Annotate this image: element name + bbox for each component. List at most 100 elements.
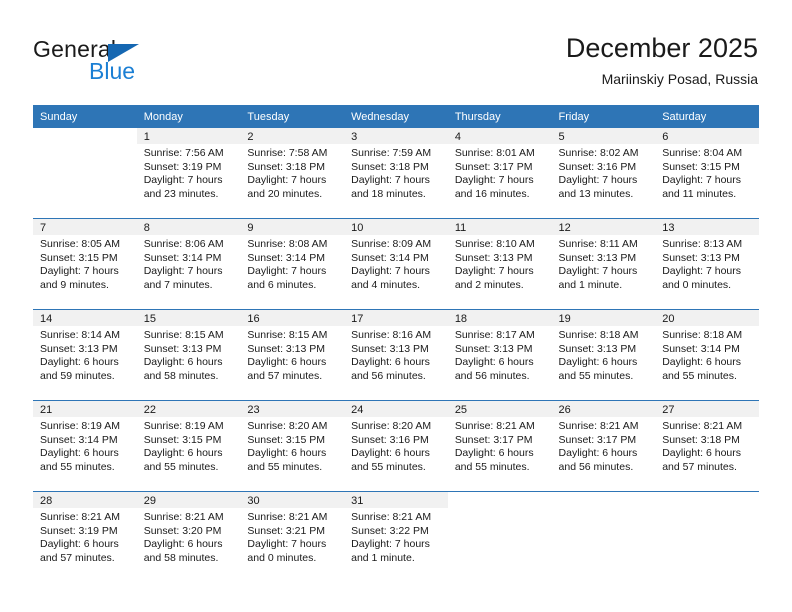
day-detail-sunrise: Sunrise: 8:09 AM: [351, 238, 432, 250]
day-number: 29: [136, 492, 241, 508]
day-number: 31: [344, 492, 448, 508]
day-cell-inner: 14 Sunrise: 8:14 AM Sunset: 3:13 PM Dayligh…: [33, 310, 137, 399]
day-cell-inner: 28 Sunrise: 8:21 AM Sunset: 3:19 PM Dayligh…: [33, 492, 137, 581]
weekday-header-tuesday: Tuesday: [240, 105, 345, 128]
calendar-day-cell[interactable]: 18 Sunrise: 8:17 AM Sunset: 3:13 PM Dayligh…: [447, 309, 552, 401]
day-detail-daylightline1: Daylight: 7 hours: [247, 265, 327, 278]
day-detail-daylightline2: and 0 minutes.: [247, 551, 317, 564]
calendar-day-cell[interactable]: 19 Sunrise: 8:18 AM Sunset: 3:13 PM Dayligh…: [551, 309, 656, 401]
day-detail-daylightline2: and 57 minutes.: [662, 460, 737, 473]
general-blue-logo: General Blue: [33, 36, 243, 88]
calendar-day-cell[interactable]: 30 Sunrise: 8:21 AM Sunset: 3:21 PM Dayligh…: [240, 491, 345, 582]
day-cell-inner: 19 Sunrise: 8:18 AM Sunset: 3:13 PM Dayligh…: [551, 310, 656, 399]
day-detail-sunrise: Sunrise: 8:08 AM: [247, 238, 328, 250]
day-cell-inner: [447, 492, 552, 581]
calendar-day-cell[interactable]: 5 Sunrise: 8:02 AM Sunset: 3:16 PM Daylight…: [551, 128, 656, 219]
day-number: 2: [240, 128, 345, 144]
weekday-header-sunday: Sunday: [33, 105, 137, 128]
day-detail-daylightline1: Daylight: 7 hours: [351, 538, 430, 551]
calendar-day-cell[interactable]: 31 Sunrise: 8:21 AM Sunset: 3:22 PM Dayligh…: [344, 491, 448, 582]
day-number: 9: [240, 219, 345, 235]
day-cell-inner: 8 Sunrise: 8:06 AM Sunset: 3:14 PM Daylight…: [136, 219, 241, 308]
weekday-header-saturday: Saturday: [655, 105, 759, 128]
day-number: 24: [344, 401, 448, 417]
day-detail-sunset: Sunset: 3:21 PM: [247, 524, 326, 537]
day-detail-daylightline2: and 59 minutes.: [40, 369, 115, 382]
calendar-day-cell[interactable]: 29 Sunrise: 8:21 AM Sunset: 3:20 PM Dayligh…: [136, 491, 241, 582]
day-cell-inner: 6 Sunrise: 8:04 AM Sunset: 3:15 PM Daylight…: [655, 128, 759, 217]
day-detail-sunset: Sunset: 3:17 PM: [558, 433, 637, 446]
calendar-day-cell[interactable]: 23 Sunrise: 8:20 AM Sunset: 3:15 PM Dayligh…: [240, 400, 345, 492]
calendar-cell-empty: [655, 491, 759, 582]
calendar-day-cell[interactable]: 17 Sunrise: 8:16 AM Sunset: 3:13 PM Dayligh…: [344, 309, 448, 401]
day-cell-inner: 26 Sunrise: 8:21 AM Sunset: 3:17 PM Dayligh…: [551, 401, 656, 490]
calendar-day-cell[interactable]: 15 Sunrise: 8:15 AM Sunset: 3:13 PM Dayligh…: [136, 309, 241, 401]
calendar-day-cell[interactable]: 22 Sunrise: 8:19 AM Sunset: 3:15 PM Dayligh…: [136, 400, 241, 492]
day-cell-inner: 15 Sunrise: 8:15 AM Sunset: 3:13 PM Dayligh…: [136, 310, 241, 399]
day-detail-sunrise: Sunrise: 8:15 AM: [143, 329, 224, 341]
calendar-day-cell[interactable]: 2 Sunrise: 7:58 AM Sunset: 3:18 PM Daylight…: [240, 128, 345, 219]
calendar-day-cell[interactable]: 8 Sunrise: 8:06 AM Sunset: 3:14 PM Daylight…: [136, 218, 241, 310]
calendar-day-cell[interactable]: 10 Sunrise: 8:09 AM Sunset: 3:14 PM Dayligh…: [344, 218, 448, 310]
calendar-day-cell[interactable]: 4 Sunrise: 8:01 AM Sunset: 3:17 PM Daylight…: [447, 128, 552, 219]
day-detail-daylightline2: and 1 minute.: [558, 278, 623, 291]
day-detail-sunrise: Sunrise: 8:16 AM: [351, 329, 432, 341]
calendar-day-cell[interactable]: 13 Sunrise: 8:13 AM Sunset: 3:13 PM Dayligh…: [655, 218, 759, 310]
calendar-day-cell[interactable]: 11 Sunrise: 8:10 AM Sunset: 3:13 PM Dayligh…: [447, 218, 552, 310]
calendar-day-cell[interactable]: 3 Sunrise: 7:59 AM Sunset: 3:18 PM Daylight…: [344, 128, 448, 219]
day-details: Sunrise: 8:19 AM Sunset: 3:14 PM Daylight:…: [33, 417, 137, 474]
day-detail-daylightline1: Daylight: 6 hours: [143, 538, 223, 551]
day-details: Sunrise: 8:04 AM Sunset: 3:15 PM Daylight:…: [655, 144, 759, 201]
calendar-day-cell[interactable]: 25 Sunrise: 8:21 AM Sunset: 3:17 PM Dayligh…: [447, 400, 552, 492]
day-cell-inner: 30 Sunrise: 8:21 AM Sunset: 3:21 PM Dayligh…: [240, 492, 345, 581]
day-details: Sunrise: 8:16 AM Sunset: 3:13 PM Daylight:…: [344, 326, 448, 383]
day-number: 20: [655, 310, 759, 326]
day-detail-daylightline2: and 1 minute.: [351, 551, 415, 564]
day-number: 8: [136, 219, 241, 235]
day-detail-daylightline2: and 55 minutes.: [662, 369, 737, 382]
day-detail-daylightline2: and 55 minutes.: [454, 460, 530, 473]
day-detail-sunset: Sunset: 3:14 PM: [351, 251, 429, 264]
page-header: General Blue December 2025 Mariinskiy Po…: [0, 0, 792, 100]
day-detail-daylightline2: and 58 minutes.: [143, 369, 219, 382]
day-detail-sunset: Sunset: 3:15 PM: [143, 433, 222, 446]
day-detail-sunrise: Sunrise: 8:14 AM: [40, 329, 120, 341]
day-detail-sunrise: Sunrise: 8:21 AM: [247, 511, 328, 523]
calendar-week-row: 1 Sunrise: 7:56 AM Sunset: 3:19 PM Daylight…: [33, 128, 759, 219]
calendar-day-cell[interactable]: 20 Sunrise: 8:18 AM Sunset: 3:14 PM Dayligh…: [655, 309, 759, 401]
day-detail-sunset: Sunset: 3:18 PM: [351, 160, 429, 173]
calendar-day-cell[interactable]: 28 Sunrise: 8:21 AM Sunset: 3:19 PM Dayligh…: [33, 491, 137, 582]
calendar-day-cell[interactable]: 14 Sunrise: 8:14 AM Sunset: 3:13 PM Dayligh…: [33, 309, 137, 401]
day-details: Sunrise: 8:05 AM Sunset: 3:15 PM Daylight:…: [33, 235, 137, 292]
day-detail-daylightline1: Daylight: 7 hours: [143, 174, 223, 187]
day-cell-inner: 24 Sunrise: 8:20 AM Sunset: 3:16 PM Dayligh…: [344, 401, 448, 490]
calendar-header-row: Sunday Monday Tuesday Wednesday Thursday…: [33, 105, 759, 128]
day-details: [655, 508, 759, 511]
calendar-day-cell[interactable]: 26 Sunrise: 8:21 AM Sunset: 3:17 PM Dayligh…: [551, 400, 656, 492]
calendar-day-cell[interactable]: 6 Sunrise: 8:04 AM Sunset: 3:15 PM Daylight…: [655, 128, 759, 219]
day-number: 12: [551, 219, 656, 235]
day-number: 21: [33, 401, 137, 417]
calendar-day-cell[interactable]: 21 Sunrise: 8:19 AM Sunset: 3:14 PM Dayligh…: [33, 400, 137, 492]
day-cell-inner: 12 Sunrise: 8:11 AM Sunset: 3:13 PM Dayligh…: [551, 219, 656, 308]
day-details: Sunrise: 8:21 AM Sunset: 3:19 PM Daylight:…: [33, 508, 137, 565]
day-detail-daylightline2: and 55 minutes.: [351, 460, 426, 473]
calendar-day-cell[interactable]: 7 Sunrise: 8:05 AM Sunset: 3:15 PM Daylight…: [33, 218, 137, 310]
day-details: Sunrise: 8:20 AM Sunset: 3:15 PM Daylight:…: [240, 417, 344, 474]
calendar-day-cell[interactable]: 27 Sunrise: 8:21 AM Sunset: 3:18 PM Dayligh…: [655, 400, 759, 492]
day-detail-daylightline2: and 6 minutes.: [247, 278, 317, 291]
weekday-header-wednesday: Wednesday: [344, 105, 448, 128]
calendar-day-cell[interactable]: 24 Sunrise: 8:20 AM Sunset: 3:16 PM Dayligh…: [344, 400, 448, 492]
calendar-day-cell[interactable]: 9 Sunrise: 8:08 AM Sunset: 3:14 PM Daylight…: [240, 218, 345, 310]
day-detail-daylightline1: Daylight: 7 hours: [143, 265, 223, 278]
calendar-day-cell[interactable]: 1 Sunrise: 7:56 AM Sunset: 3:19 PM Daylight…: [136, 128, 241, 219]
day-details: Sunrise: 8:20 AM Sunset: 3:16 PM Daylight:…: [344, 417, 448, 474]
calendar-day-cell[interactable]: 16 Sunrise: 8:15 AM Sunset: 3:13 PM Dayligh…: [240, 309, 345, 401]
day-detail-daylightline2: and 7 minutes.: [143, 278, 213, 291]
day-details: Sunrise: 8:17 AM Sunset: 3:13 PM Daylight:…: [448, 326, 552, 383]
day-detail-sunset: Sunset: 3:18 PM: [247, 160, 326, 173]
day-detail-sunset: Sunset: 3:14 PM: [247, 251, 326, 264]
calendar-cell-empty: [447, 491, 552, 582]
calendar-day-cell[interactable]: 12 Sunrise: 8:11 AM Sunset: 3:13 PM Dayligh…: [551, 218, 656, 310]
day-cell-inner: 7 Sunrise: 8:05 AM Sunset: 3:15 PM Daylight…: [33, 219, 137, 308]
